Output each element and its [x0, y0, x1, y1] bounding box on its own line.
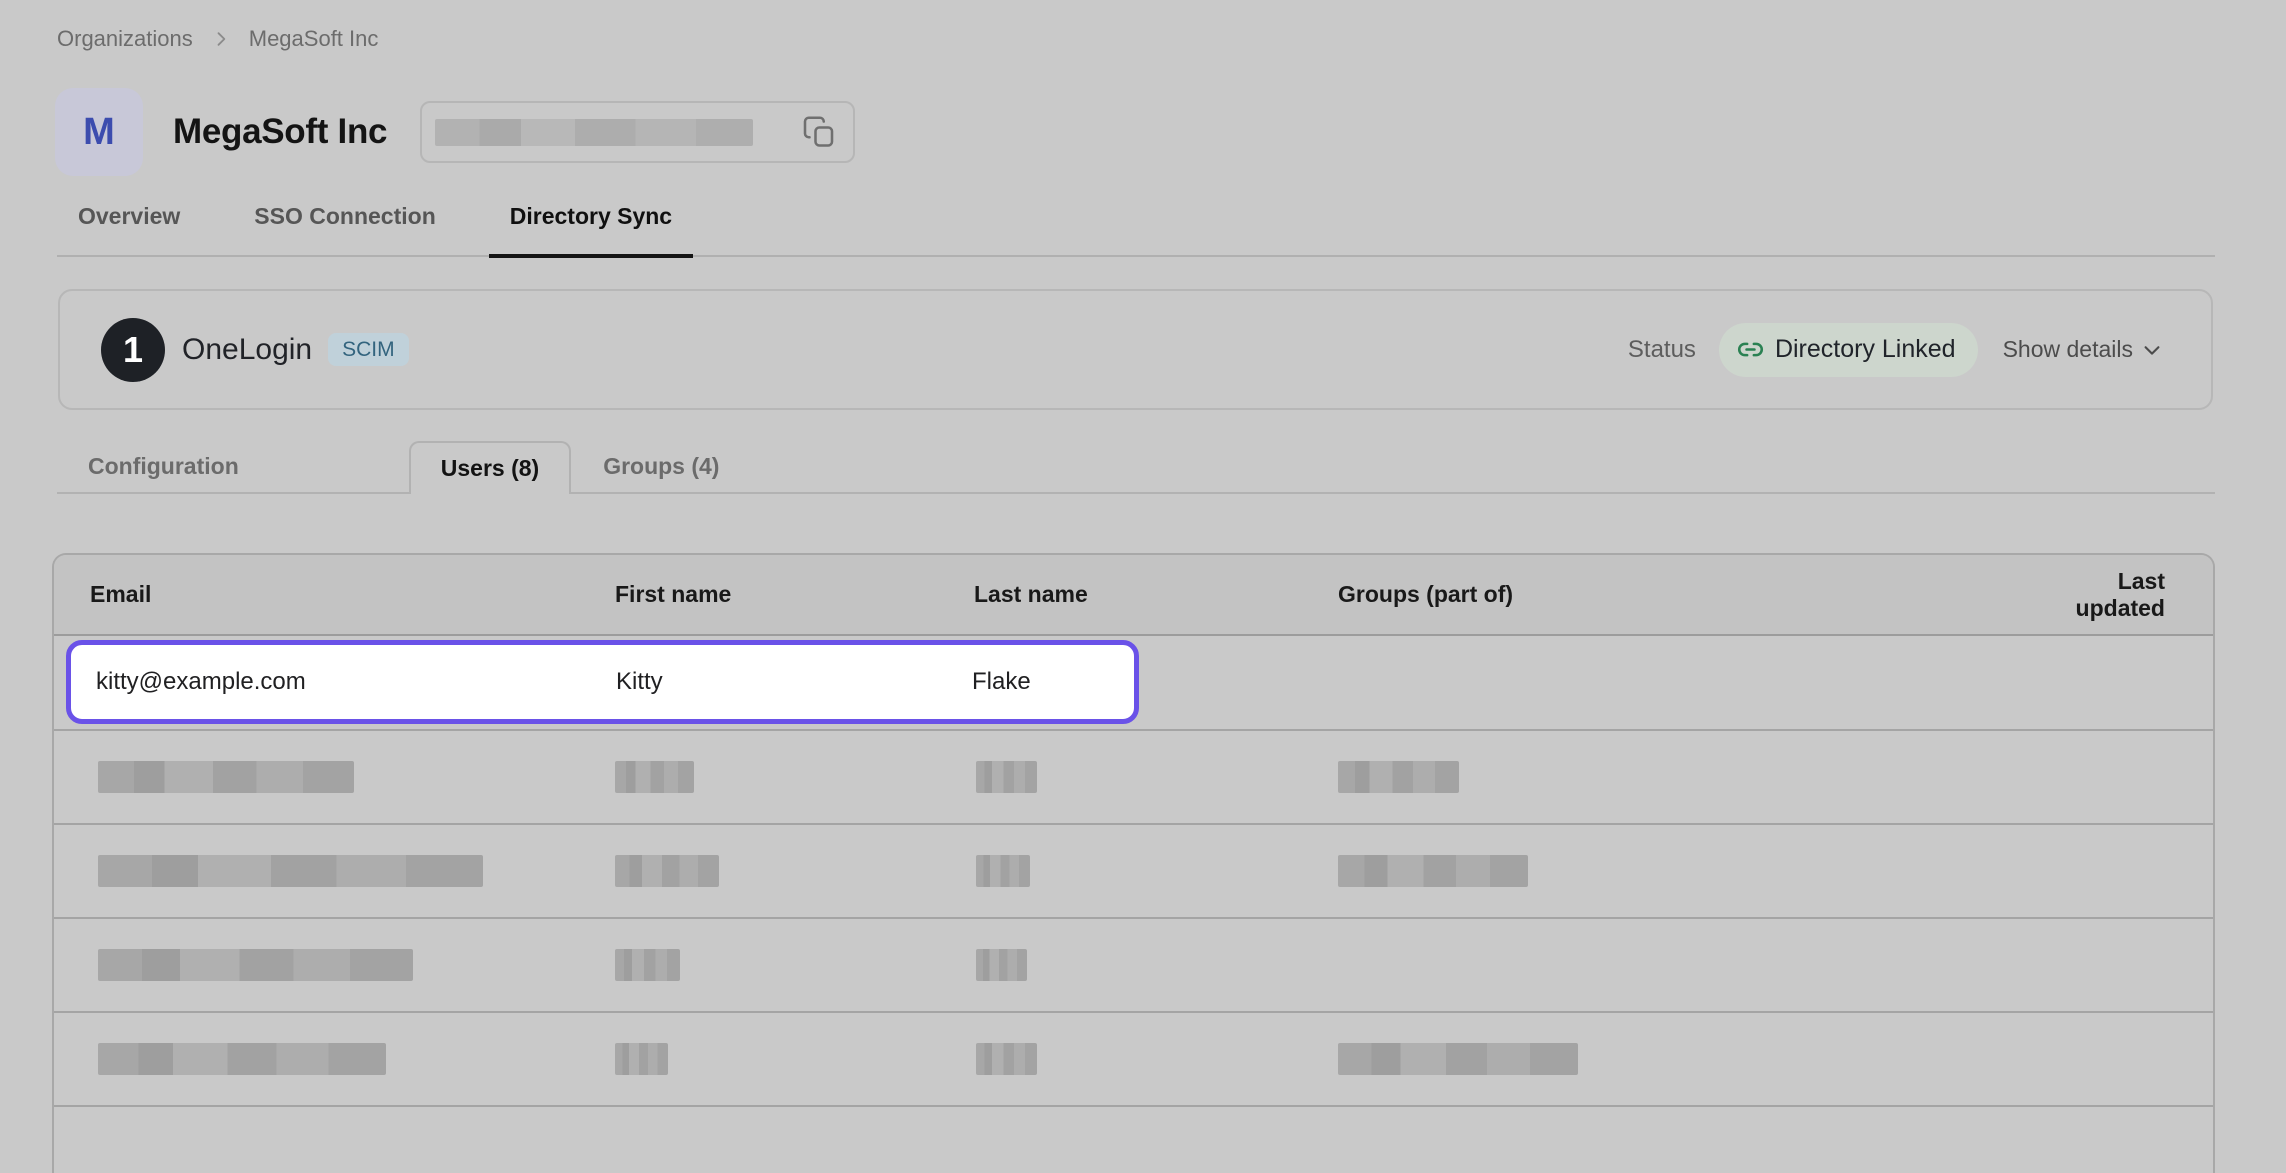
- breadcrumb-organizations[interactable]: Organizations: [57, 26, 193, 52]
- column-header-last-name: Last name: [974, 581, 1338, 608]
- table-row[interactable]: [54, 825, 2213, 919]
- table-row: kitty@example.com Kitty Flake: [54, 636, 2213, 731]
- redacted-bar: [615, 1043, 668, 1075]
- redacted-bar: [98, 855, 483, 887]
- table-body-redacted: [54, 731, 2213, 1107]
- redacted-bar: [1338, 855, 1528, 887]
- protocol-badge: SCIM: [328, 333, 409, 366]
- redacted-bar: [976, 949, 1027, 981]
- copy-icon[interactable]: [802, 114, 838, 150]
- highlighted-user-row[interactable]: kitty@example.com Kitty Flake: [66, 640, 1139, 724]
- tab-directory-sync[interactable]: Directory Sync: [489, 200, 693, 258]
- redacted-org-id: [435, 119, 753, 146]
- redacted-cell: [974, 949, 1338, 981]
- user-last-name: Flake: [972, 668, 1134, 696]
- redacted-cell: [90, 949, 615, 981]
- redacted-cell: [615, 949, 974, 981]
- org-id-copy-field[interactable]: [420, 101, 855, 163]
- show-details-toggle[interactable]: Show details: [2003, 336, 2163, 363]
- status-badge: Directory Linked: [1719, 323, 1978, 377]
- table-header-row: Email First name Last name Groups (part …: [54, 555, 2213, 636]
- breadcrumb: Organizations MegaSoft Inc: [57, 26, 378, 52]
- directory-provider-card: 1 OneLogin SCIM Status Directory Linked …: [58, 289, 2213, 410]
- redacted-bar: [976, 761, 1037, 793]
- column-header-first-name: First name: [615, 581, 974, 608]
- table-row[interactable]: [54, 731, 2213, 825]
- redacted-cell: [90, 855, 615, 887]
- status-badge-label: Directory Linked: [1775, 335, 1956, 364]
- tab-groups[interactable]: Groups (4): [573, 441, 749, 492]
- user-first-name: Kitty: [616, 668, 972, 696]
- redacted-cell: [90, 761, 615, 793]
- org-tabs: Overview SSO Connection Directory Sync: [57, 200, 2215, 257]
- redacted-cell: [1338, 855, 2028, 887]
- redacted-cell: [1338, 761, 2028, 793]
- redacted-bar: [98, 1043, 386, 1075]
- chevron-right-icon: [211, 29, 231, 49]
- redacted-cell: [615, 761, 974, 793]
- table-row-partial: [54, 1107, 2213, 1173]
- tab-configuration[interactable]: Configuration: [58, 441, 269, 492]
- redacted-bar: [98, 761, 354, 793]
- redacted-bar: [615, 855, 719, 887]
- breadcrumb-current-org: MegaSoft Inc: [249, 26, 379, 52]
- redacted-cell: [974, 761, 1338, 793]
- tab-overview[interactable]: Overview: [57, 200, 201, 255]
- onelogin-logo-icon: 1: [101, 318, 165, 382]
- redacted-bar: [1338, 1043, 1578, 1075]
- org-avatar: M: [55, 88, 143, 176]
- redacted-bar: [615, 761, 694, 793]
- column-header-last-updated: Last updated: [2028, 568, 2165, 622]
- redacted-cell: [1338, 1043, 2028, 1075]
- redacted-bar: [615, 949, 680, 981]
- redacted-cell: [974, 855, 1338, 887]
- redacted-bar: [1338, 761, 1459, 793]
- page-title: MegaSoft Inc: [173, 112, 387, 152]
- column-header-groups: Groups (part of): [1338, 581, 2028, 608]
- tab-users[interactable]: Users (8): [409, 441, 571, 494]
- redacted-bar: [976, 855, 1030, 887]
- chevron-down-icon: [2141, 339, 2163, 361]
- status-label: Status: [1628, 336, 1696, 364]
- redacted-cell: [615, 1043, 974, 1075]
- column-header-email: Email: [90, 581, 615, 608]
- provider-name: OneLogin: [182, 333, 312, 367]
- redacted-cell: [974, 1043, 1338, 1075]
- show-details-label: Show details: [2003, 336, 2133, 363]
- directory-sub-tabs: Configuration Users (8) Groups (4): [57, 441, 2215, 494]
- users-table: Email First name Last name Groups (part …: [52, 553, 2215, 1173]
- redacted-bar: [976, 1043, 1037, 1075]
- redacted-bar: [98, 949, 413, 981]
- user-email: kitty@example.com: [96, 668, 616, 696]
- link-icon: [1737, 336, 1764, 363]
- redacted-cell: [615, 855, 974, 887]
- tab-sso-connection[interactable]: SSO Connection: [233, 200, 456, 255]
- redacted-cell: [90, 1043, 615, 1075]
- table-row[interactable]: [54, 919, 2213, 1013]
- org-header: M MegaSoft Inc: [55, 88, 855, 176]
- table-row[interactable]: [54, 1013, 2213, 1107]
